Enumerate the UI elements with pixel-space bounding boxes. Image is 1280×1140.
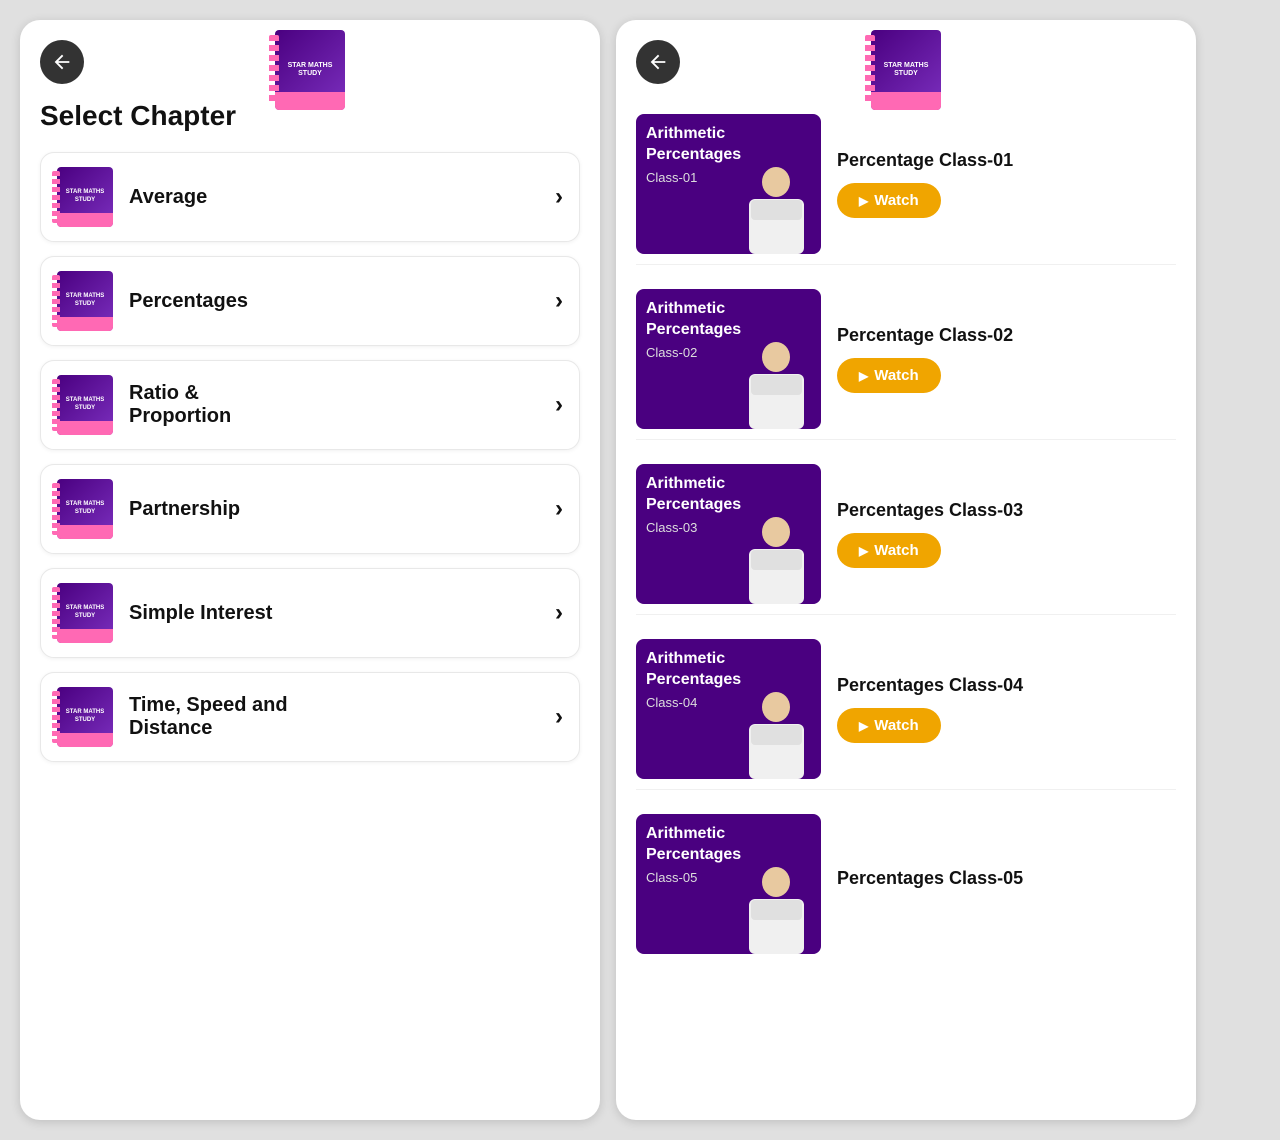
chapter-item-partnership[interactable]: STAR MATHSSTUDY Partnership ›	[40, 464, 580, 554]
right-panel: STAR MATHSSTUDY ArithmeticPercentages Cl…	[616, 20, 1196, 1120]
video-class-title-03: Percentages Class-03	[837, 500, 1176, 521]
chapter-item-percentages[interactable]: STAR MATHSSTUDY Percentages ›	[40, 256, 580, 346]
app-container: STAR MATHSSTUDY Select Chapter STAR MATH…	[20, 20, 1260, 1120]
play-icon-03: ▶	[859, 544, 868, 558]
chevron-simple-interest: ›	[555, 599, 563, 627]
video-thumb-class-04-label: Class-04	[646, 695, 811, 710]
video-thumb-class-05-label: Class-05	[646, 870, 811, 885]
chapter-item-time-speed[interactable]: STAR MATHSSTUDY Time, Speed andDistance …	[40, 672, 580, 762]
watch-label-03: Watch	[874, 542, 918, 559]
chapter-thumb-partnership: STAR MATHSSTUDY	[57, 479, 113, 539]
video-info-class-03: Percentages Class-03 ▶ Watch	[837, 500, 1176, 568]
left-back-button[interactable]	[40, 40, 84, 84]
video-list: ArithmeticPercentages Class-01 Percentag…	[636, 104, 1176, 964]
chapter-item-ratio[interactable]: STAR MATHSSTUDY Ratio &Proportion ›	[40, 360, 580, 450]
left-notebook-text: STAR MATHSSTUDY	[288, 62, 333, 79]
right-back-button[interactable]	[636, 40, 680, 84]
right-notebook-icon: STAR MATHSSTUDY	[871, 30, 941, 110]
chapter-thumb-simple-interest: STAR MATHSSTUDY	[57, 583, 113, 643]
right-header: STAR MATHSSTUDY	[636, 40, 1176, 84]
chapter-item-average[interactable]: STAR MATHSSTUDY Average ›	[40, 152, 580, 242]
video-class-title-01: Percentage Class-01	[837, 150, 1176, 171]
video-item-class-01: ArithmeticPercentages Class-01 Percentag…	[636, 104, 1176, 265]
video-thumb-title-02: ArithmeticPercentages	[646, 299, 811, 341]
video-thumb-class-05: ArithmeticPercentages Class-05	[636, 814, 821, 954]
chapter-thumb-ratio: STAR MATHSSTUDY	[57, 375, 113, 435]
chapter-thumb-average: STAR MATHSSTUDY	[57, 167, 113, 227]
left-notebook-icon: STAR MATHSSTUDY	[275, 30, 345, 110]
watch-button-class-01[interactable]: ▶ Watch	[837, 183, 941, 218]
video-thumb-class-04: ArithmeticPercentages Class-04	[636, 639, 821, 779]
chapter-name-percentages: Percentages	[129, 290, 555, 313]
chevron-ratio: ›	[555, 391, 563, 419]
video-thumb-title-03: ArithmeticPercentages	[646, 474, 811, 516]
play-icon-04: ▶	[859, 719, 868, 733]
right-notebook-text: STAR MATHSSTUDY	[884, 62, 929, 79]
video-thumb-class-02-label: Class-02	[646, 345, 811, 360]
video-thumb-class-01: ArithmeticPercentages Class-01	[636, 114, 821, 254]
chapter-thumb-time-speed: STAR MATHSSTUDY	[57, 687, 113, 747]
video-class-title-04: Percentages Class-04	[837, 675, 1176, 696]
chevron-average: ›	[555, 183, 563, 211]
chapter-name-average: Average	[129, 186, 555, 209]
chapter-name-ratio: Ratio &Proportion	[129, 382, 555, 428]
video-class-title-02: Percentage Class-02	[837, 325, 1176, 346]
video-thumb-class-03-label: Class-03	[646, 520, 811, 535]
video-thumb-title-01: ArithmeticPercentages	[646, 124, 811, 166]
video-thumb-class-02: ArithmeticPercentages Class-02	[636, 289, 821, 429]
video-thumb-title-04: ArithmeticPercentages	[646, 649, 811, 691]
watch-button-class-03[interactable]: ▶ Watch	[837, 533, 941, 568]
chapter-item-simple-interest[interactable]: STAR MATHSSTUDY Simple Interest ›	[40, 568, 580, 658]
left-panel: STAR MATHSSTUDY Select Chapter STAR MATH…	[20, 20, 600, 1120]
watch-label-01: Watch	[874, 192, 918, 209]
video-thumb-class-03: ArithmeticPercentages Class-03	[636, 464, 821, 604]
video-item-class-02: ArithmeticPercentages Class-02 Percentag…	[636, 279, 1176, 440]
chapter-name-simple-interest: Simple Interest	[129, 602, 555, 625]
watch-label-04: Watch	[874, 717, 918, 734]
left-header: STAR MATHSSTUDY	[40, 40, 580, 84]
chevron-partnership: ›	[555, 495, 563, 523]
chapter-thumb-percentages: STAR MATHSSTUDY	[57, 271, 113, 331]
video-item-class-04: ArithmeticPercentages Class-04 Percentag…	[636, 629, 1176, 790]
video-thumb-class-01-label: Class-01	[646, 170, 811, 185]
video-info-class-04: Percentages Class-04 ▶ Watch	[837, 675, 1176, 743]
video-item-class-03: ArithmeticPercentages Class-03 Percentag…	[636, 454, 1176, 615]
video-class-title-05: Percentages Class-05	[837, 868, 1176, 889]
video-info-class-02: Percentage Class-02 ▶ Watch	[837, 325, 1176, 393]
watch-button-class-02[interactable]: ▶ Watch	[837, 358, 941, 393]
video-info-class-01: Percentage Class-01 ▶ Watch	[837, 150, 1176, 218]
play-icon-01: ▶	[859, 194, 868, 208]
video-info-class-05: Percentages Class-05	[837, 868, 1176, 901]
chevron-time-speed: ›	[555, 703, 563, 731]
watch-button-class-04[interactable]: ▶ Watch	[837, 708, 941, 743]
watch-label-02: Watch	[874, 367, 918, 384]
play-icon-02: ▶	[859, 369, 868, 383]
chapter-name-time-speed: Time, Speed andDistance	[129, 694, 555, 740]
chapter-name-partnership: Partnership	[129, 498, 555, 521]
video-item-class-05: ArithmeticPercentages Class-05 Percentag…	[636, 804, 1176, 964]
video-thumb-title-05: ArithmeticPercentages	[646, 824, 811, 866]
chevron-percentages: ›	[555, 287, 563, 315]
chapter-list: STAR MATHSSTUDY Average › STAR MATHSSTUD…	[40, 152, 580, 762]
